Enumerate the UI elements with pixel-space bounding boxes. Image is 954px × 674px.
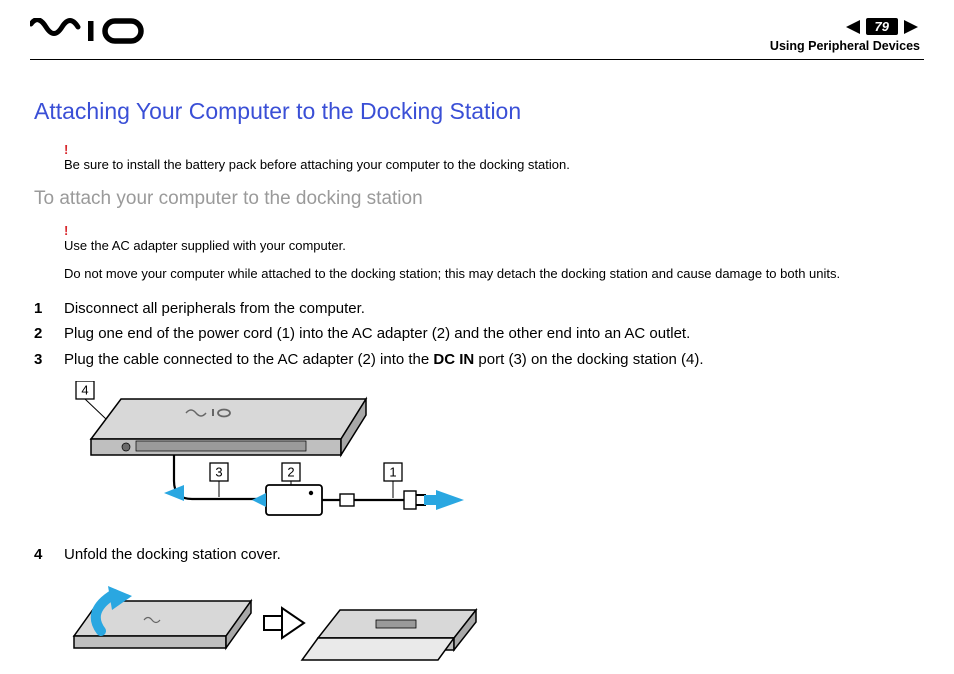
figure-docking-connection: 4 3 2 (66, 381, 920, 531)
page-title: Attaching Your Computer to the Docking S… (34, 98, 920, 125)
warning-1: ! Be sure to install the battery pack be… (64, 143, 920, 174)
steps-list: Disconnect all peripherals from the comp… (34, 297, 920, 371)
step-2-text: Plug one end of the power cord (1) into … (64, 322, 690, 345)
figure-unfold-cover (66, 576, 920, 666)
step-1-text: Disconnect all peripherals from the comp… (64, 297, 365, 320)
callout-2: 2 (287, 464, 294, 479)
step-3-post: port (3) on the docking station (4). (474, 351, 703, 368)
callout-4: 4 (81, 382, 88, 397)
callout-1: 1 (389, 464, 396, 479)
warning-1-text: Be sure to install the battery pack befo… (64, 157, 570, 172)
steps-list-continued: Unfold the docking station cover. (34, 543, 920, 566)
page-content: Attaching Your Computer to the Docking S… (0, 60, 954, 666)
warning-3-text: Do not move your computer while attached… (64, 266, 840, 281)
step-3: Plug the cable connected to the AC adapt… (34, 348, 920, 371)
step-2: Plug one end of the power cord (1) into … (34, 322, 920, 345)
vaio-logo (30, 18, 150, 44)
transition-arrow-icon (264, 608, 304, 638)
warning-icon: ! (64, 143, 920, 156)
step-4-text: Unfold the docking station cover. (64, 543, 281, 566)
callout-3: 3 (215, 464, 222, 479)
warning-2-text: Use the AC adapter supplied with your co… (64, 238, 346, 253)
breadcrumb: Using Peripheral Devices (770, 39, 920, 53)
step-3-bold: DC IN (433, 351, 474, 368)
next-page-button[interactable] (904, 20, 920, 34)
step-3-text: Plug the cable connected to the AC adapt… (64, 348, 704, 371)
warning-2: ! Use the AC adapter supplied with your … (64, 224, 920, 255)
page-number-badge: 79 (866, 18, 898, 35)
prev-page-button[interactable] (844, 20, 860, 34)
warning-3: Do not move your computer while attached… (64, 265, 920, 283)
section-subtitle: To attach your computer to the docking s… (34, 188, 920, 210)
step-3-pre: Plug the cable connected to the AC adapt… (64, 351, 433, 368)
step-1: Disconnect all peripherals from the comp… (34, 297, 920, 320)
step-4: Unfold the docking station cover. (34, 543, 920, 566)
warning-icon: ! (64, 224, 920, 237)
page-header: 79 Using Peripheral Devices (0, 0, 954, 59)
